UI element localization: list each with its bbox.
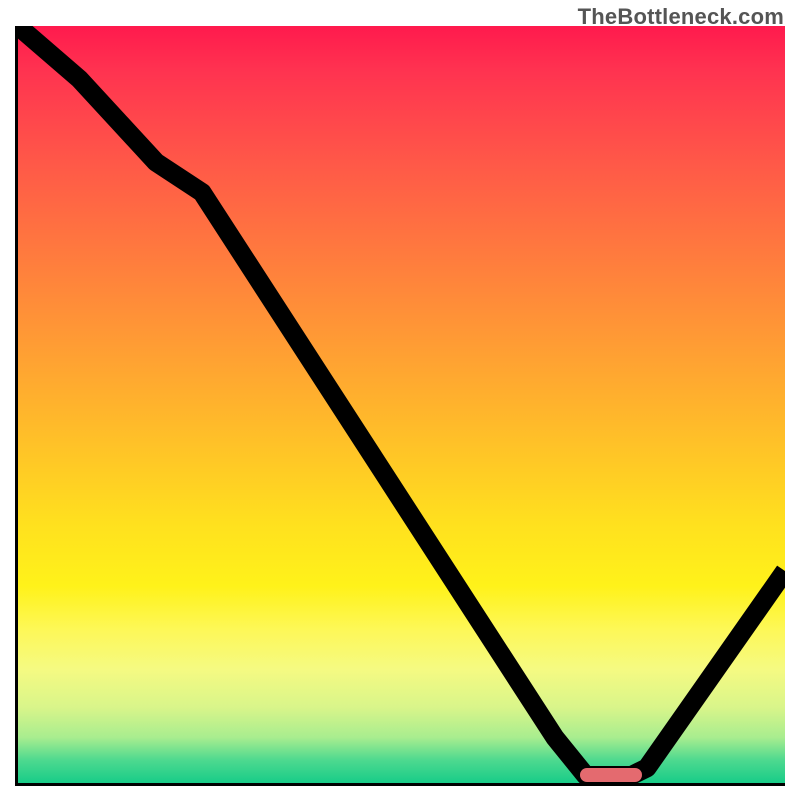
bottleneck-curve bbox=[18, 26, 785, 775]
plot-frame bbox=[15, 26, 785, 786]
optimal-range-marker bbox=[580, 768, 642, 782]
curve-svg bbox=[18, 26, 785, 783]
